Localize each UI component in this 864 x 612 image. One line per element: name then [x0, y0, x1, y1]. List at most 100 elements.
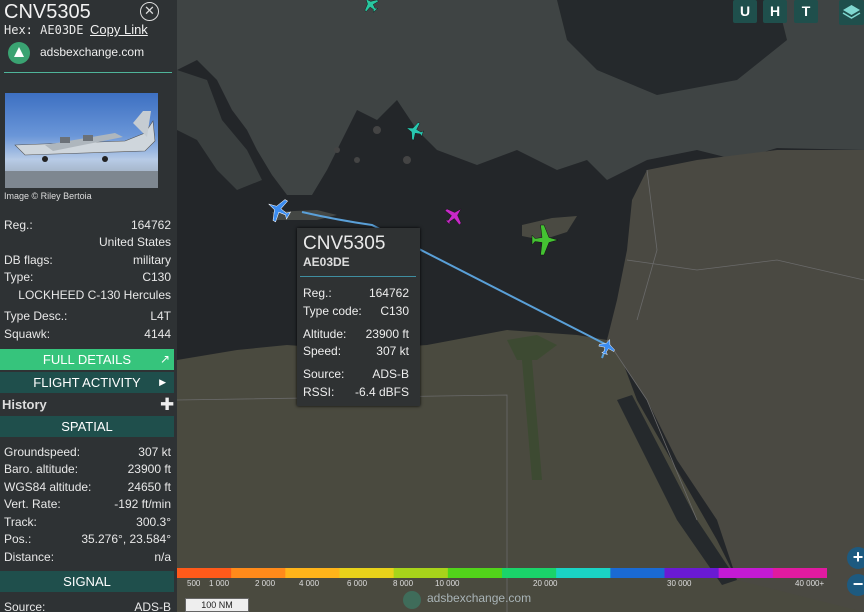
- groundspeed-row: Groundspeed: 307 kt: [4, 445, 171, 459]
- type-row: Type: C130: [4, 270, 171, 284]
- popup-source-label: Source:: [303, 367, 345, 381]
- popup-type-label: Type code:: [303, 304, 362, 318]
- distance-value: n/a: [154, 550, 171, 564]
- callsign-title: CNV5305: [4, 1, 91, 23]
- signal-section-header: SIGNAL: [0, 571, 174, 592]
- track-row: Track: 300.3°: [4, 515, 171, 529]
- wgs84-row: WGS84 altitude: 24650 ft: [4, 480, 171, 494]
- full-details-label: FULL DETAILS: [42, 352, 132, 367]
- popup-rssi-row: RSSI: -6.4 dBFS: [303, 385, 409, 399]
- distance-label: Distance:: [4, 550, 55, 564]
- popup-altitude-value: 23900 ft: [365, 327, 409, 341]
- reg-row: Reg.: 164762: [4, 218, 171, 232]
- aircraft-magenta-icon: [444, 208, 462, 226]
- legend-swatch: [339, 568, 395, 578]
- popup-rssi-label: RSSI:: [303, 385, 335, 399]
- popup-hex: AE03DE: [303, 255, 350, 269]
- popup-source-value: ADS-B: [372, 367, 409, 381]
- zoom-out-button[interactable]: −: [847, 574, 864, 596]
- legend-swatch: [556, 568, 612, 578]
- aircraft-photo-drawing: [5, 111, 158, 188]
- legend-label: 1 000: [209, 579, 230, 588]
- db-flags-row: DB flags: military: [4, 253, 171, 267]
- expand-plus-icon[interactable]: ✚: [160, 395, 174, 415]
- popup-callsign: CNV5305: [303, 233, 386, 254]
- popup-speed-row: Speed: 307 kt: [303, 344, 409, 358]
- legend-label: 500: [187, 579, 201, 588]
- type-value: C130: [142, 270, 171, 284]
- legend-swatch: [718, 568, 774, 578]
- aircraft-photo[interactable]: [5, 93, 158, 188]
- legend-swatch: [285, 568, 341, 578]
- groundspeed-value: 307 kt: [138, 445, 171, 459]
- map-view[interactable]: U H T CNV5305 AE03DE Reg.: 164762 Type co…: [177, 0, 864, 612]
- legend-label: 2 000: [255, 579, 276, 588]
- layers-icon[interactable]: [839, 0, 864, 25]
- aircraft-info-popup[interactable]: CNV5305 AE03DE Reg.: 164762 Type code: C13…: [297, 228, 420, 406]
- wgs84-value: 24650 ft: [127, 480, 171, 494]
- adsbexchange-logo-icon[interactable]: [8, 42, 30, 64]
- vert-rate-label: Vert. Rate:: [4, 497, 61, 511]
- baro-value: 23900 ft: [127, 462, 171, 476]
- db-flags-label: DB flags:: [4, 253, 53, 267]
- vert-rate-value: -192 ft/min: [114, 497, 171, 511]
- position-value: 35.276°, 23.584°: [81, 532, 171, 546]
- altitude-legend-labels: 500 1 000 2 000 4 000 6 000 8 000 10 000 20 000…: [177, 579, 827, 591]
- type-desc-row: Type Desc.: L4T: [4, 309, 171, 323]
- zoom-in-button[interactable]: +: [847, 547, 864, 569]
- history-heading[interactable]: History: [2, 397, 47, 412]
- baro-label: Baro. altitude:: [4, 462, 79, 476]
- hex-label: Hex:: [4, 23, 33, 37]
- legend-label: 30 000: [667, 579, 692, 588]
- hex-row: Hex: AE03DE: [4, 23, 84, 37]
- popup-speed-value: 307 kt: [376, 344, 409, 358]
- legend-label: 20 000: [533, 579, 558, 588]
- h-button[interactable]: H: [763, 0, 787, 23]
- close-icon[interactable]: ✕: [140, 2, 159, 21]
- legend-swatch: [231, 568, 287, 578]
- legend-swatch: [772, 568, 827, 578]
- altitude-legend-bar: [177, 568, 827, 578]
- legend-swatch: [393, 568, 449, 578]
- flight-activity-button[interactable]: FLIGHT ACTIVITY ▶: [0, 372, 174, 393]
- legend-label: 40 000+: [795, 579, 825, 588]
- source-value: ADS-B: [134, 600, 171, 612]
- footer-logo-icon: [403, 591, 421, 609]
- u-button[interactable]: U: [733, 0, 757, 23]
- legend-label: 4 000: [299, 579, 320, 588]
- popup-reg-value: 164762: [368, 286, 409, 300]
- popup-divider: [300, 276, 416, 277]
- popup-type-row: Type code: C130: [303, 304, 409, 318]
- popup-reg-row: Reg.: 164762: [303, 286, 409, 300]
- reg-value: 164762: [130, 218, 171, 232]
- type-full-value: LOCKHEED C-130 Hercules: [18, 288, 171, 302]
- copy-link[interactable]: Copy Link: [90, 22, 148, 37]
- popup-altitude-row: Altitude: 23900 ft: [303, 327, 409, 341]
- flight-activity-label: FLIGHT ACTIVITY: [33, 375, 141, 390]
- site-link[interactable]: adsbexchange.com: [40, 45, 144, 59]
- legend-label: 10 000: [435, 579, 460, 588]
- popup-speed-label: Speed:: [303, 344, 342, 358]
- db-flags-value: military: [133, 253, 171, 267]
- legend-swatch: [502, 568, 558, 578]
- source-label: Source:: [4, 600, 46, 612]
- position-label: Pos.:: [4, 532, 32, 546]
- legend-swatch: [664, 568, 720, 578]
- popup-reg-label: Reg.:: [303, 286, 332, 300]
- legend-label: 6 000: [347, 579, 368, 588]
- full-details-button[interactable]: FULL DETAILS ↗: [0, 349, 174, 370]
- type-label: Type:: [4, 270, 34, 284]
- t-button[interactable]: T: [794, 0, 818, 23]
- layers-icon-drawing: [842, 5, 861, 19]
- reg-label: Reg.:: [4, 218, 33, 232]
- selected-aircraft-icon: [268, 199, 292, 223]
- groundspeed-label: Groundspeed:: [4, 445, 81, 459]
- baro-row: Baro. altitude: 23900 ft: [4, 462, 171, 476]
- type-desc-value: L4T: [150, 309, 171, 323]
- legend-label: 8 000: [393, 579, 414, 588]
- squawk-row: Squawk: 4144: [4, 327, 171, 341]
- popup-type-value: C130: [380, 304, 409, 318]
- squawk-label: Squawk:: [4, 327, 51, 341]
- popup-source-row: Source: ADS-B: [303, 367, 409, 381]
- hex-value: AE03DE: [40, 23, 84, 37]
